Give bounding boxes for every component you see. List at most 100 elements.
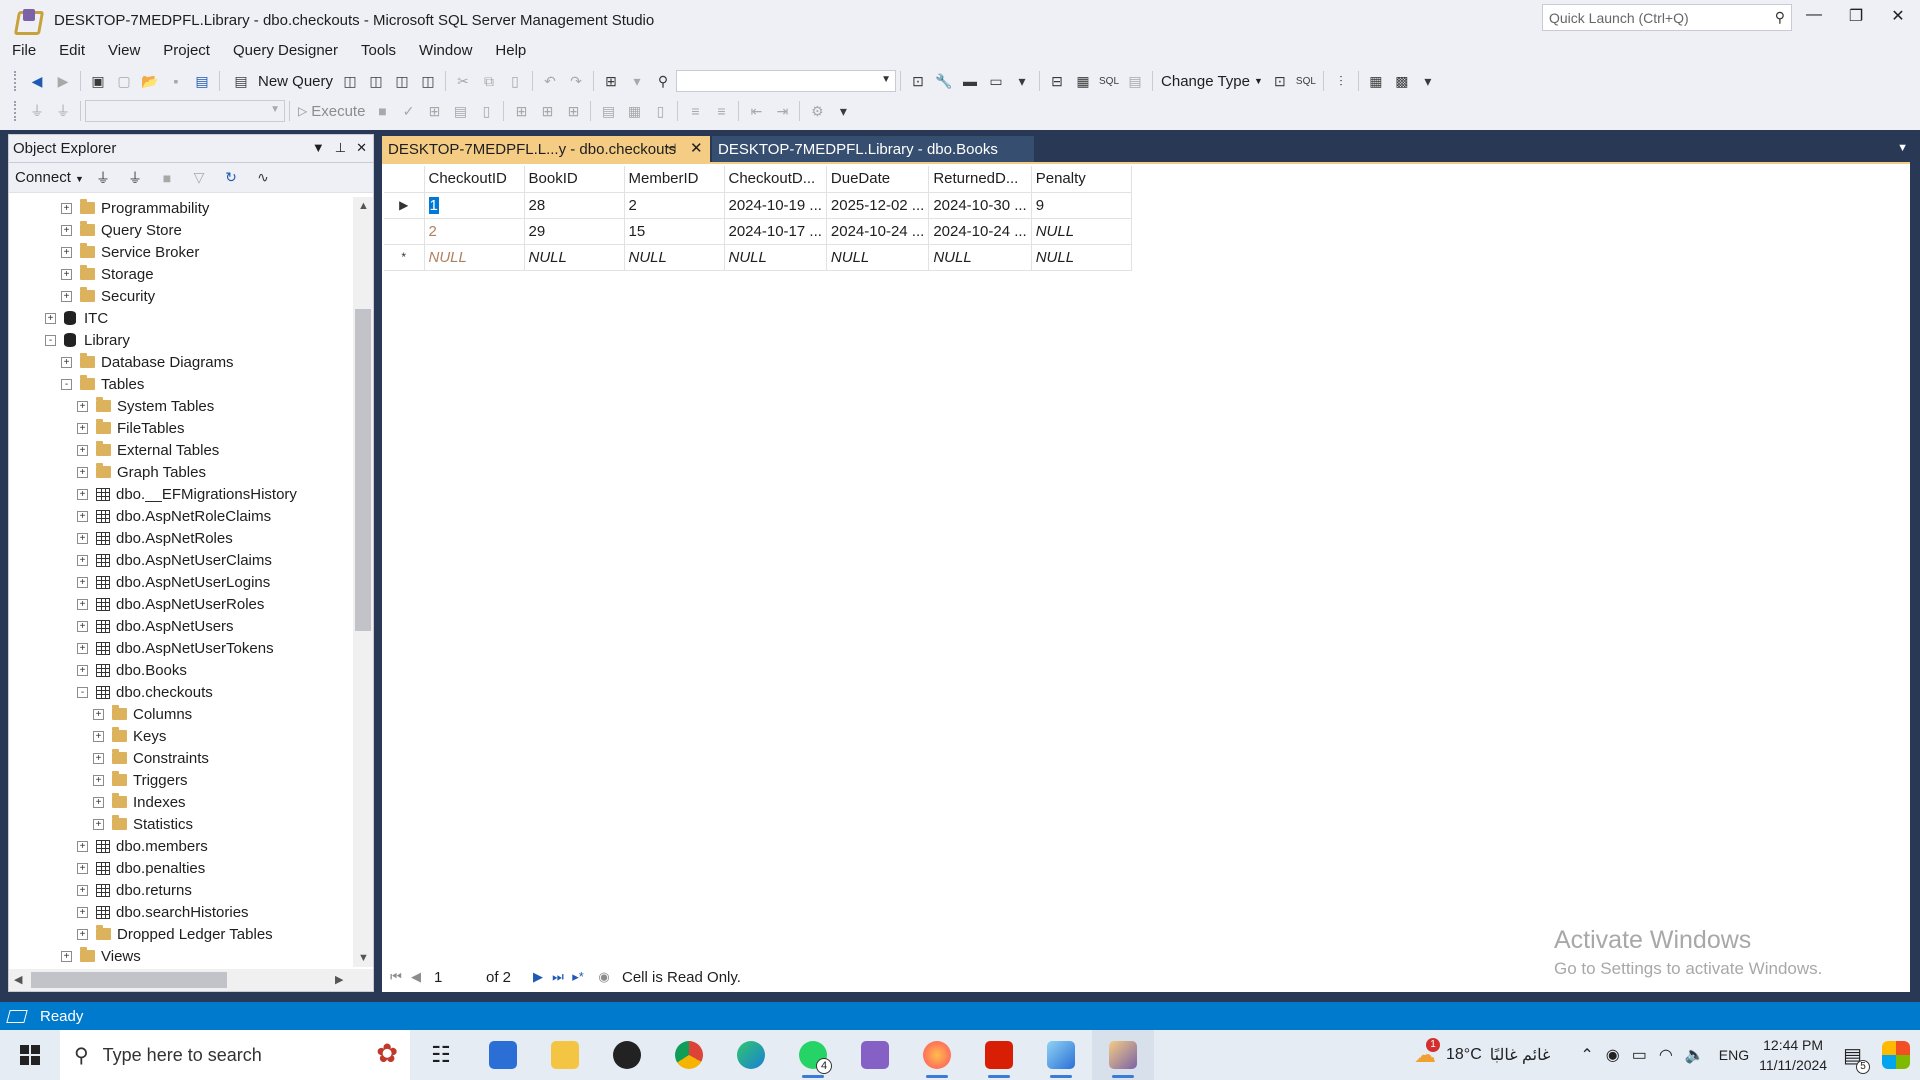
current-row-arrow-icon[interactable]: ▶ [384,192,425,219]
expand-icon[interactable]: + [93,774,104,786]
previous-record-icon[interactable]: ◀ [406,969,426,985]
expand-icon[interactable]: + [61,246,72,258]
pin-icon[interactable]: ⊣ [666,141,676,155]
weather-temperature[interactable]: 18°C [1446,1046,1482,1064]
connect-plug-icon[interactable]: ⏚ [92,167,114,189]
expand-icon[interactable]: + [77,422,88,434]
tree-node[interactable]: + Constraints [9,747,353,769]
column-header[interactable]: MemberID [624,166,725,193]
grid-cell[interactable]: NULL [724,244,827,271]
specify-template-icon[interactable]: ⚙ [806,100,828,122]
clock[interactable]: 12:44 PM 11/11/2024 [1759,1035,1827,1075]
tree-node[interactable]: + Service Broker [9,241,353,263]
tree-node[interactable]: + Indexes [9,791,353,813]
parse-check-icon[interactable]: ✓ [397,100,419,122]
save-all-icon[interactable]: ▤ [191,70,213,92]
tree-node[interactable]: - dbo.checkouts [9,681,353,703]
tree-node[interactable]: - Library [9,329,353,351]
expand-icon[interactable]: + [61,268,72,280]
tree-node[interactable]: + dbo.Books [9,659,353,681]
change-type-button[interactable]: Change Type ▼ [1157,73,1267,90]
vertical-scrollbar[interactable]: ▲ ▼ [353,197,373,967]
grid-cell[interactable]: NULL [624,244,725,271]
volume-icon[interactable]: 🔈 [1685,1045,1705,1065]
expand-icon[interactable]: + [93,818,104,830]
toolbar-overflow-icon[interactable]: ▾ [832,100,854,122]
toolbox-icon[interactable]: ▬ [959,70,981,92]
selected-cell-value[interactable]: 1 [428,196,439,214]
taskbar-app-explorer[interactable] [534,1030,596,1080]
menu-window[interactable]: Window [407,40,483,64]
activity-monitor-icon[interactable]: ∿ [252,167,274,189]
tree-node[interactable]: + Views [9,945,353,967]
grid-cell[interactable]: 29 [524,218,625,245]
expand-icon[interactable]: + [61,356,72,368]
column-header[interactable]: ReturnedD... [928,166,1032,193]
increase-indent-icon[interactable]: ⇥ [771,100,793,122]
expand-icon[interactable]: + [93,708,104,720]
column-header[interactable]: DueDate [826,166,930,193]
available-databases-combo[interactable]: ▼ [85,100,285,122]
expand-icon[interactable]: + [77,862,88,874]
scroll-right-icon[interactable]: ▶ [335,973,343,986]
grid-cell[interactable]: 15 [624,218,725,245]
tree-node[interactable]: + dbo.AspNetUsers [9,615,353,637]
tree-node[interactable]: + dbo.AspNetUserRoles [9,593,353,615]
taskbar-app-whatsapp[interactable]: 4 [782,1030,844,1080]
expand-icon[interactable]: + [61,202,72,214]
toolbar-gripper[interactable] [14,71,18,91]
expand-icon[interactable]: + [77,510,88,522]
new-project-icon[interactable]: ▣ [87,70,109,92]
grid-cell[interactable]: 2024-10-24 ... [826,218,930,245]
scroll-up-icon[interactable]: ▲ [358,200,369,212]
expand-icon[interactable]: + [93,730,104,742]
paste-icon[interactable]: ▯ [504,70,526,92]
dmx-query-icon[interactable]: ◫ [365,70,387,92]
client-stats-icon[interactable]: ⊞ [562,100,584,122]
include-plan-icon[interactable]: ⊞ [510,100,532,122]
add-item-icon[interactable]: ▢ [113,70,135,92]
grid-cell[interactable]: NULL [928,244,1032,271]
dax-query-icon[interactable]: ◫ [417,70,439,92]
expand-icon[interactable]: + [77,532,88,544]
estimated-plan-icon[interactable]: ⊞ [423,100,445,122]
taskbar-app-azure-data-studio[interactable] [1030,1030,1092,1080]
xmla-query-icon[interactable]: ◫ [391,70,413,92]
save-icon[interactable]: ▪ [165,70,187,92]
taskbar-app-chrome[interactable] [658,1030,720,1080]
tree-node[interactable]: + dbo.__EFMigrationsHistory [9,483,353,505]
copy-icon[interactable]: ⧉ [478,70,500,92]
column-header[interactable]: Penalty [1031,166,1132,193]
taskbar-app-ssms[interactable] [1092,1030,1154,1080]
grid-cell[interactable]: 2 [424,218,525,245]
add-table-icon[interactable]: ▦ [1365,70,1387,92]
find-combo[interactable]: ▼ [676,70,897,92]
expand-icon[interactable]: + [61,224,72,236]
tree-node[interactable]: + Security [9,285,353,307]
copilot-icon[interactable] [1882,1041,1910,1069]
scrollbar-thumb[interactable] [355,309,371,631]
tree-node[interactable]: + System Tables [9,395,353,417]
chevron-up-icon[interactable]: ⌃ [1580,1045,1593,1065]
close-window-button[interactable]: ✕ [1880,6,1916,26]
collapse-icon[interactable]: - [45,334,56,346]
execute-button[interactable]: ▷ Execute [294,103,369,120]
results-to-grid-icon[interactable]: ▦ [623,100,645,122]
tree-node[interactable]: + FileTables [9,417,353,439]
toolbar-gripper[interactable] [14,101,18,121]
tree-node[interactable]: - Tables [9,373,353,395]
toolbar-overflow-icon[interactable]: ▾ [1011,70,1033,92]
grid-cell[interactable]: NULL [826,244,930,271]
stop-icon[interactable]: ■ [156,167,178,189]
battery-icon[interactable]: ▭ [1632,1045,1647,1065]
new-row-marker[interactable]: * [384,244,425,271]
tree-node[interactable]: + Dropped Ledger Tables [9,923,353,945]
grid-cell[interactable]: NULL [424,244,525,271]
solution-config-dropdown-icon[interactable]: ▾ [626,70,648,92]
taskbar-search-box[interactable]: ⚲ Type here to search ✿ [60,1030,410,1080]
properties-wrench-icon[interactable]: 🔧 [933,70,955,92]
connect-plug-icon[interactable]: ⏚ [26,100,48,122]
menu-project[interactable]: Project [151,40,221,64]
new-query-button[interactable]: ▤ New Query [224,70,337,92]
grid-cell[interactable]: 2025-12-02 ... [826,192,930,219]
